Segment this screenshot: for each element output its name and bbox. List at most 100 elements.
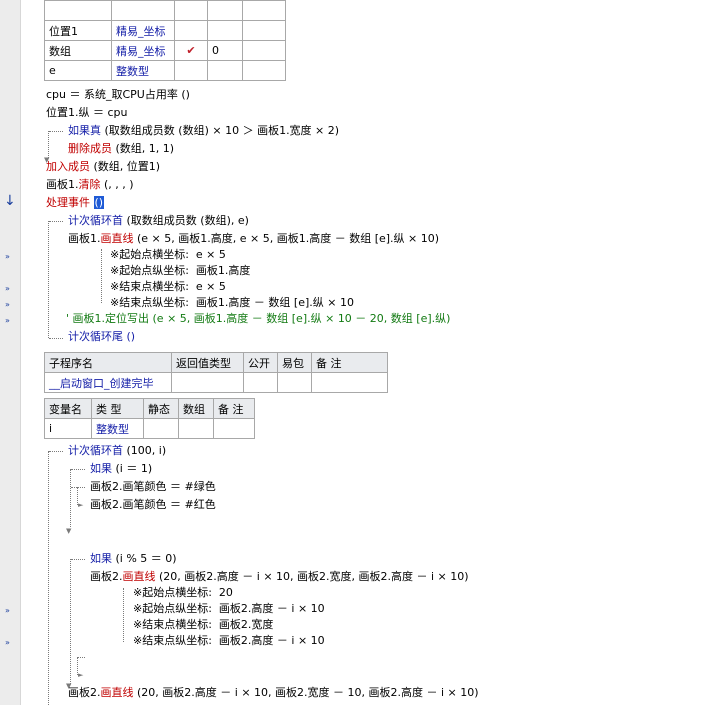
- subroutine-table: 子程序名 返回值类型 公开 易包 备 注 __启动窗口_创建完毕: [44, 352, 388, 393]
- table-row: 变量名 类 型 静态 数组 备 注: [44, 398, 255, 419]
- check-icon[interactable]: ✔: [174, 40, 208, 61]
- breakpoint-arrow-icon[interactable]: »: [5, 638, 10, 648]
- breakpoint-arrow-icon[interactable]: »: [5, 252, 10, 262]
- flow-line: [48, 131, 49, 158]
- table-cell[interactable]: [174, 0, 208, 21]
- subroutine-name-cell[interactable]: __启动窗口_创建完毕: [44, 372, 172, 393]
- var-array-cell[interactable]: [207, 20, 243, 41]
- table-cell[interactable]: [243, 372, 278, 393]
- column-header: 类 型: [91, 398, 144, 419]
- table-cell[interactable]: [311, 372, 388, 393]
- table-cell[interactable]: [178, 418, 214, 439]
- code-line-loop-start[interactable]: 计次循环首 (取数组成员数 (数组), e): [68, 213, 249, 229]
- column-header: 数组: [178, 398, 214, 419]
- var-name-cell[interactable]: 位置1: [44, 20, 112, 41]
- breakpoint-arrow-icon[interactable]: »: [5, 300, 10, 310]
- flow-arrow-icon: ▼: [66, 527, 72, 535]
- var-note-cell[interactable]: [242, 20, 286, 41]
- breakpoint-arrow-icon[interactable]: »: [5, 284, 10, 294]
- param-end-x[interactable]: ※结束点横坐标: e × 5: [110, 279, 226, 295]
- table-cell[interactable]: [242, 0, 286, 21]
- flow-line: [77, 657, 85, 658]
- var-type-cell[interactable]: 精易_坐标: [111, 20, 175, 41]
- flow-line: [71, 469, 85, 470]
- flow-line: [70, 559, 71, 684]
- code-line-position[interactable]: 位置1.纵 ＝ cpu: [46, 105, 128, 121]
- table-row: [44, 0, 286, 21]
- table-cell[interactable]: [171, 372, 244, 393]
- code-line-cpu[interactable]: cpu ＝ 系统_取CPU占用率 (): [46, 87, 190, 103]
- var-static-cell[interactable]: [174, 60, 208, 81]
- column-header: 备 注: [213, 398, 255, 419]
- var-type-cell[interactable]: 精易_坐标: [111, 40, 175, 61]
- current-line-arrow-icon[interactable]: ↓: [4, 194, 16, 208]
- code-line-pen-red[interactable]: 画板2.画笔颜色 ＝ #红色: [90, 497, 216, 513]
- param-end-y[interactable]: ※结束点纵坐标: 画板1.高度 － 数组 [e].纵 × 10: [110, 295, 354, 311]
- table-row: 子程序名 返回值类型 公开 易包 备 注: [44, 352, 388, 373]
- table-cell[interactable]: [44, 0, 112, 21]
- code-line-if-i-mod-5[interactable]: 如果 (i % 5 ＝ 0): [90, 551, 177, 567]
- param-start-x[interactable]: ※起始点横坐标: 20: [133, 585, 233, 601]
- table-cell[interactable]: [143, 418, 179, 439]
- var-note-cell[interactable]: [242, 60, 286, 81]
- param-end-x[interactable]: ※结束点横坐标: 画板2.宽度: [133, 617, 273, 633]
- code-line-clear[interactable]: 画板1.清除 (, , , ): [46, 177, 134, 193]
- flow-line: [71, 487, 85, 488]
- var-array-cell[interactable]: 0: [207, 40, 243, 61]
- table-row: i 整数型: [44, 418, 255, 439]
- code-line-loop-end[interactable]: 计次循环尾 (): [68, 329, 135, 345]
- flow-line: [49, 221, 63, 222]
- var-array-cell[interactable]: [207, 60, 243, 81]
- code-line-add[interactable]: 加入成员 (数组, 位置1): [46, 159, 160, 175]
- flow-line: [70, 469, 71, 527]
- param-end-y[interactable]: ※结束点纵坐标: 画板2.高度 － i × 10: [133, 633, 325, 649]
- param-start-y[interactable]: ※起始点纵坐标: 画板1.高度: [110, 263, 250, 279]
- code-editor[interactable]: 位置1 精易_坐标 数组 精易_坐标 ✔ 0 e 整数型 cpu ＝ 系统_取C…: [20, 0, 708, 705]
- column-header: 返回值类型: [171, 352, 244, 373]
- table-row: 位置1 精易_坐标: [44, 20, 286, 41]
- code-line-delete[interactable]: 删除成员 (数组, 1, 1): [68, 141, 174, 157]
- code-line-process-events[interactable]: 处理事件 (): [46, 195, 105, 211]
- flow-line: [48, 451, 49, 705]
- local-variable-table: 变量名 类 型 静态 数组 备 注 i 整数型: [44, 398, 255, 439]
- var-name-cell[interactable]: e: [44, 60, 112, 81]
- flow-arrow-icon: ►: [78, 501, 84, 509]
- column-header: 子程序名: [44, 352, 172, 373]
- column-header: 备 注: [311, 352, 388, 373]
- param-tree-line: [123, 588, 124, 642]
- table-cell[interactable]: [277, 372, 312, 393]
- var-type-cell[interactable]: 整数型: [111, 60, 175, 81]
- column-header: 易包: [277, 352, 312, 373]
- flow-arrow-icon: ►: [78, 671, 84, 679]
- breakpoint-arrow-icon[interactable]: »: [5, 316, 10, 326]
- table-cell[interactable]: [207, 0, 243, 21]
- param-tree-line: [101, 249, 102, 303]
- table-row: __启动窗口_创建完毕: [44, 372, 388, 393]
- table-cell[interactable]: [111, 0, 175, 21]
- breakpoint-arrow-icon[interactable]: »: [5, 606, 10, 616]
- var-name-cell[interactable]: 数组: [44, 40, 112, 61]
- column-header: 静态: [143, 398, 179, 419]
- var-note-cell[interactable]: [242, 40, 286, 61]
- table-cell[interactable]: [213, 418, 255, 439]
- flow-line: [49, 451, 63, 452]
- column-header: 公开: [243, 352, 278, 373]
- var-static-cell[interactable]: [174, 20, 208, 41]
- variable-table: 位置1 精易_坐标 数组 精易_坐标 ✔ 0 e 整数型: [44, 0, 286, 81]
- table-row: 数组 精易_坐标 ✔ 0: [44, 40, 286, 61]
- code-line-draw[interactable]: 画板1.画直线 (e × 5, 画板1.高度, e × 5, 画板1.高度 － …: [68, 231, 439, 247]
- code-line-pen-green[interactable]: 画板2.画笔颜色 ＝ #绿色: [90, 479, 216, 495]
- param-start-y[interactable]: ※起始点纵坐标: 画板2.高度 － i × 10: [133, 601, 325, 617]
- flow-line: [48, 221, 49, 338]
- code-line-if-i-1[interactable]: 如果 (i ＝ 1): [90, 461, 152, 477]
- var-name-cell[interactable]: i: [44, 418, 92, 439]
- var-type-cell[interactable]: 整数型: [91, 418, 144, 439]
- param-start-x[interactable]: ※起始点横坐标: e × 5: [110, 247, 226, 263]
- code-line-draw2[interactable]: 画板2.画直线 (20, 画板2.高度 － i × 10, 画板2.宽度, 画板…: [90, 569, 469, 585]
- column-header: 变量名: [44, 398, 92, 419]
- table-row: e 整数型: [44, 60, 286, 81]
- code-line-if[interactable]: 如果真 (取数组成员数 (数组) × 10 ＞ 画板1.宽度 × 2): [68, 123, 339, 139]
- code-line-comment[interactable]: ' 画板1.定位写出 (e × 5, 画板1.高度 － 数组 [e].纵 × 1…: [66, 311, 450, 327]
- code-line-loop2-start[interactable]: 计次循环首 (100, i): [68, 443, 166, 459]
- code-line-draw3[interactable]: 画板2.画直线 (20, 画板2.高度 － i × 10, 画板2.宽度 － 1…: [68, 685, 479, 701]
